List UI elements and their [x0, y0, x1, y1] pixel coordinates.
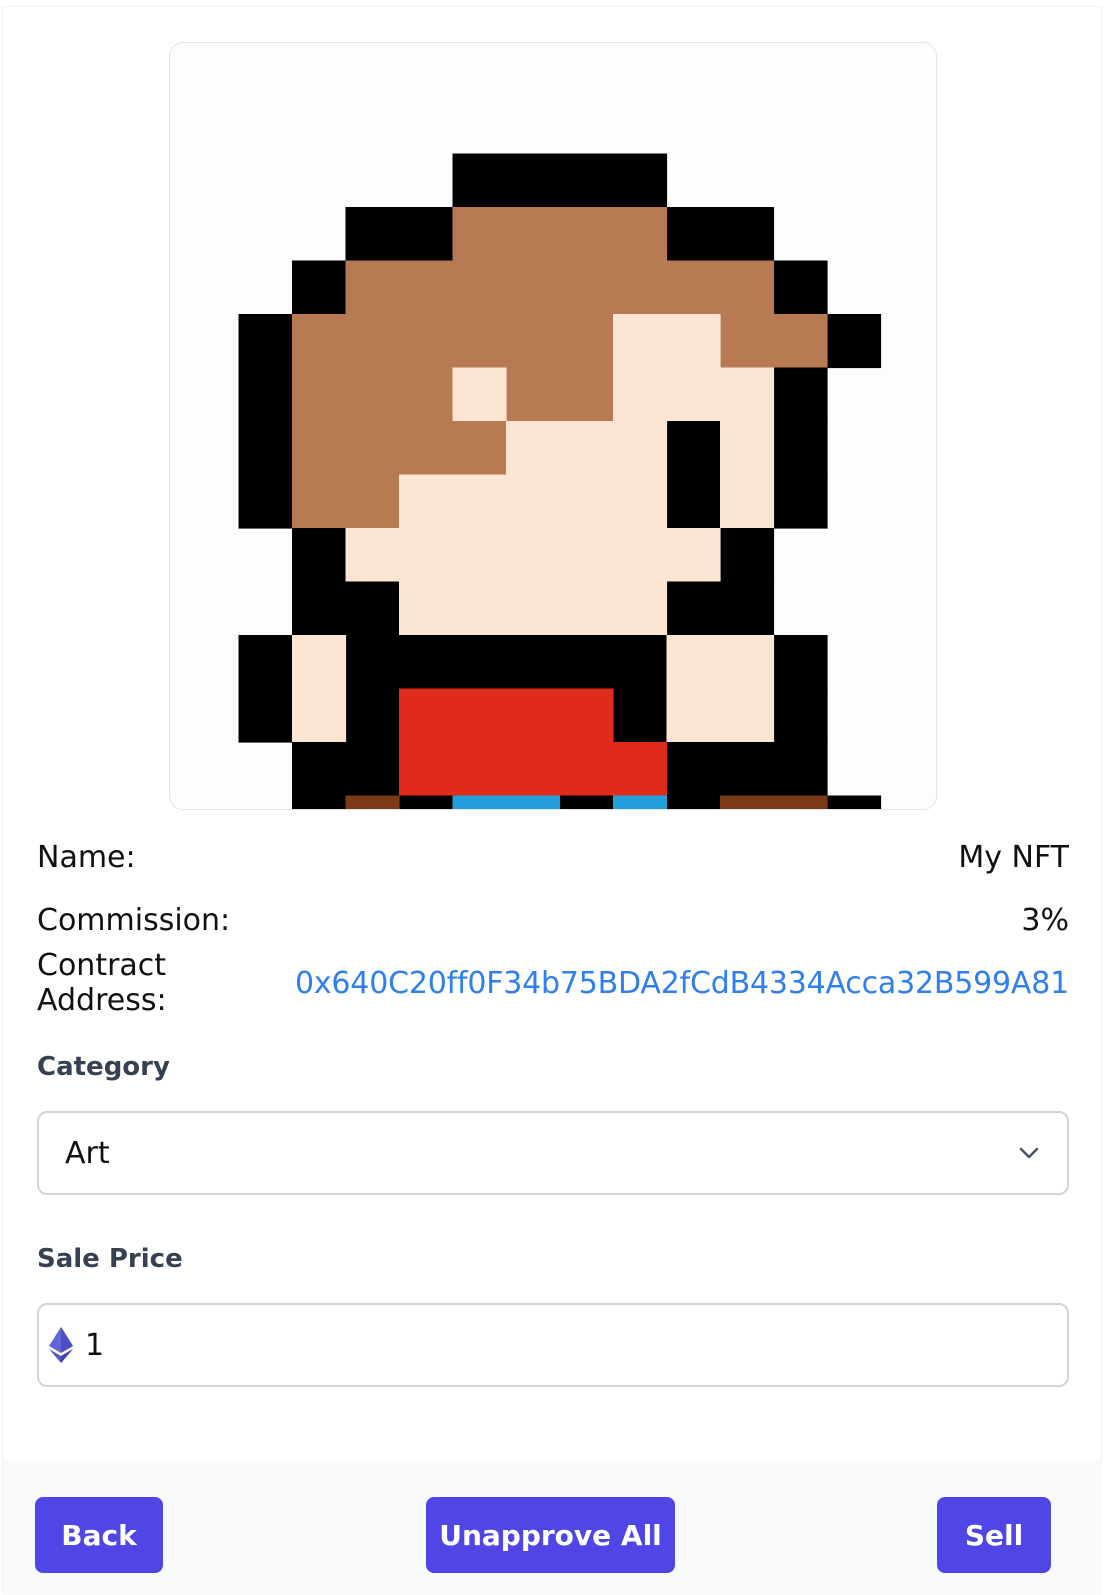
name-row: Name: My NFT	[37, 835, 1069, 879]
contract-address-row: Contract Address: 0x640C20ff0F34b75BDA2f…	[37, 948, 1069, 1018]
pixel-hair	[292, 367, 454, 422]
pixel-outline	[292, 528, 347, 583]
pixel-outline	[773, 260, 828, 315]
back-button[interactable]: Back	[35, 1497, 163, 1573]
name-label: Name:	[37, 839, 136, 875]
pixel-hair	[720, 314, 828, 369]
footer-actions: Back Unapprove All Sell	[3, 1461, 1103, 1595]
contract-address-label: Contract Address:	[37, 948, 167, 1018]
commission-label: Commission:	[37, 902, 231, 938]
pixel-outline	[292, 742, 400, 797]
nft-pixel-art-image	[238, 153, 882, 809]
pixel-outline	[720, 528, 775, 583]
pixel-hair	[452, 207, 668, 262]
pixel-outline	[827, 314, 882, 369]
pixel-outline	[238, 367, 293, 422]
pixel-outline	[345, 207, 454, 262]
pixel-outline	[399, 795, 454, 809]
commission-value: 3%	[1021, 902, 1069, 938]
pixel-outline	[238, 688, 293, 743]
sale-price-value: 1	[85, 1327, 105, 1363]
pixel-outline	[666, 581, 775, 636]
pixel-outline	[238, 421, 293, 476]
contract-address-link[interactable]: 0x640C20ff0F34b75BDA2fCdB4334Acca32B599A…	[295, 966, 1069, 1001]
pixel-outline	[345, 635, 668, 690]
pixel-outline	[773, 367, 828, 422]
sale-price-input[interactable]: 1	[37, 1303, 1069, 1387]
pixel-outline	[452, 153, 668, 208]
pixel-skin	[666, 635, 775, 690]
pixel-outline	[238, 635, 293, 690]
nft-detail-card: Name: My NFT Commission: 3% Contract Add…	[2, 6, 1103, 1595]
pixel-outline	[666, 795, 721, 809]
pixel-outline	[292, 795, 347, 809]
pixel-outline	[827, 795, 882, 809]
pixel-skin	[720, 421, 775, 476]
pixel-shirt	[399, 742, 668, 797]
pixel-skin	[292, 635, 347, 690]
pixel-belt	[613, 795, 668, 809]
nft-image-frame	[169, 42, 937, 810]
pixel-outline	[238, 474, 293, 529]
pixel-outline	[773, 635, 828, 690]
pixel-outline	[238, 314, 293, 369]
commission-row: Commission: 3%	[37, 898, 1069, 942]
pixel-hair	[345, 260, 775, 315]
pixel-outline	[773, 688, 828, 743]
pixel-outline	[666, 207, 775, 262]
pixel-skin	[720, 474, 775, 529]
pixel-outline	[345, 688, 400, 743]
pixel-belt	[452, 795, 561, 809]
pixel-skin	[506, 421, 668, 476]
pixel-skin	[452, 367, 507, 422]
pixel-boots	[720, 795, 828, 809]
pixel-outline	[666, 421, 721, 476]
pixel-hair	[292, 421, 507, 476]
pixel-skin	[345, 528, 721, 583]
pixel-outline	[666, 474, 721, 529]
category-selected-value: Art	[65, 1135, 110, 1171]
sale-price-label: Sale Price	[37, 1244, 183, 1274]
pixel-outline	[613, 688, 668, 743]
pixel-outline	[773, 421, 828, 476]
unapprove-all-button[interactable]: Unapprove All	[426, 1497, 675, 1573]
pixel-boots	[345, 795, 400, 809]
pixel-skin	[399, 474, 668, 529]
category-select[interactable]: Art	[37, 1111, 1069, 1195]
pixel-hair	[292, 474, 400, 529]
pixel-skin	[666, 688, 775, 743]
sell-button[interactable]: Sell	[937, 1497, 1051, 1573]
pixel-outline	[666, 742, 828, 797]
pixel-outline	[292, 581, 400, 636]
pixel-skin	[399, 581, 668, 636]
pixel-outline	[773, 474, 828, 529]
ethereum-icon	[49, 1327, 73, 1363]
name-value: My NFT	[958, 839, 1069, 875]
chevron-down-icon	[1019, 1147, 1039, 1159]
pixel-hair	[506, 367, 614, 422]
pixel-outline	[292, 260, 347, 315]
pixel-skin	[613, 314, 721, 369]
pixel-skin	[292, 688, 347, 743]
pixel-shirt	[399, 688, 614, 743]
pixel-outline	[559, 795, 614, 809]
pixel-skin	[613, 367, 775, 422]
category-label: Category	[37, 1052, 170, 1082]
